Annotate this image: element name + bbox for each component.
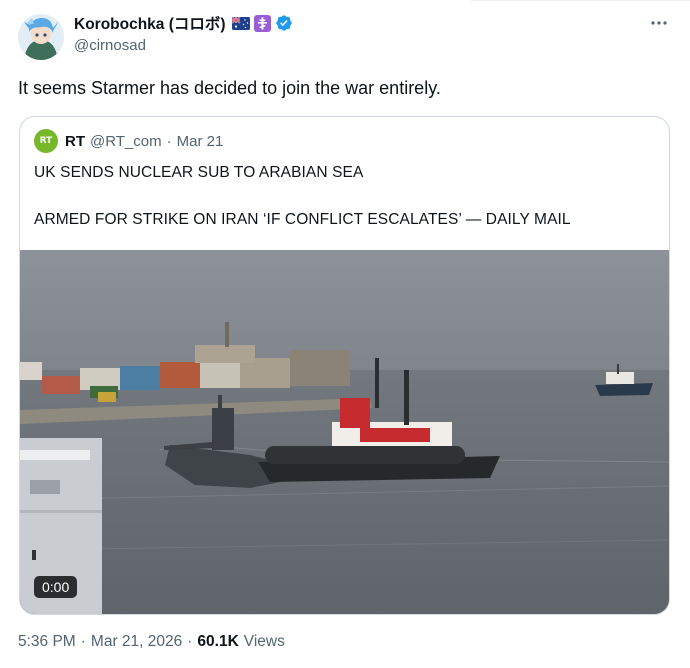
rt-logo-icon[interactable]: RT: [34, 129, 58, 153]
quote-author-handle[interactable]: @RT_com: [90, 133, 162, 150]
meta-separator: ·: [80, 633, 86, 650]
quote-header: RT RT @RT_com · Mar 21: [34, 129, 223, 153]
quoted-tweet-card[interactable]: RT RT @RT_com · Mar 21 UK SENDS NUCLEAR …: [19, 116, 670, 615]
more-options-icon[interactable]: [649, 13, 669, 33]
quote-date[interactable]: Mar 21: [177, 133, 224, 150]
display-name[interactable]: Korobochka (コロボ): [74, 12, 226, 34]
author-handle[interactable]: @cirnosad: [74, 37, 146, 54]
quote-separator: ·: [166, 132, 172, 150]
australia-flag-icon: [231, 15, 250, 30]
meta-separator: ·: [187, 633, 193, 650]
quote-headline: UK SENDS NUCLEAR SUB TO ARABIAN SEA: [34, 164, 364, 181]
tweet-text: It seems Starmer has decided to join the…: [18, 78, 441, 98]
verified-badge-icon[interactable]: [275, 14, 293, 32]
orthodox-cross-icon: [253, 14, 271, 32]
author-name-row[interactable]: Korobochka (コロボ): [74, 13, 293, 33]
tweet-date[interactable]: Mar 21, 2026: [91, 633, 182, 651]
anime-avatar-icon: [18, 14, 64, 60]
video-player[interactable]: 0:00: [20, 250, 669, 614]
tweet-metadata: 5:36 PM · Mar 21, 2026 · 60.1K Views: [18, 633, 285, 651]
quote-author-name[interactable]: RT: [65, 133, 85, 150]
video-timestamp: 0:00: [34, 576, 78, 598]
avatar[interactable]: [18, 14, 64, 60]
views-label: Views: [243, 633, 285, 650]
quote-subheadline: ARMED FOR STRIKE ON IRAN ‘IF CONFLICT ES…: [34, 211, 571, 228]
submarine-harbor-video-frame: [20, 250, 669, 614]
top-divider: [470, 0, 690, 1]
tweet-time[interactable]: 5:36 PM: [18, 633, 76, 651]
views-count: 60.1K: [197, 633, 239, 650]
